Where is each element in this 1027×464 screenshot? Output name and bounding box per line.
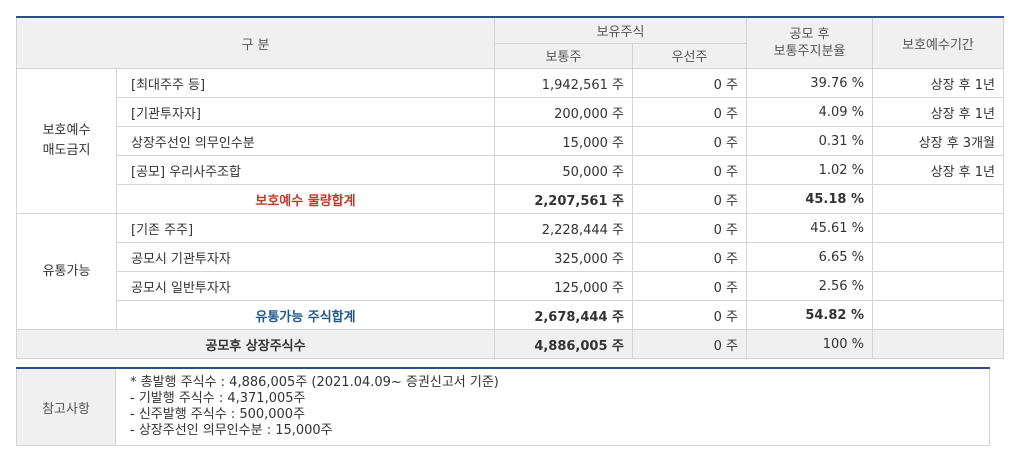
locked-total-row: 보호예수 물량합계 2,207,561 주 0 주 45.18 % [17,184,1004,214]
row-period: 상장 후 1년 [872,97,1004,127]
row-label: 상장주선인 의무인수분 [116,126,495,156]
empty-cell [872,184,1004,214]
row-preferred: 0 주 [632,126,747,156]
table-row: 상장주선인 의무인수분 15,000 주 0 주 0.31 % 상장 후 3개월 [17,126,1004,156]
grand-total-label: 공모후 상장주식수 [16,329,495,359]
row-label: 공모시 기관투자자 [116,242,495,272]
empty-cell [872,329,1004,359]
row-label: [기관투자자] [116,97,495,127]
header-ratio: 공모 후 보통주지분율 [746,16,873,69]
note-line: - 신주발행 주식수 : 500,000주 [130,407,306,422]
tradable-total-row: 유통가능 주식합계 2,678,444 주 0 주 54.82 % [17,300,1004,330]
row-common: 50,000 주 [494,155,633,185]
row-common: 325,000 주 [494,242,633,272]
group-label-line: 보호예수 [42,123,91,138]
header-ratio-line2: 보통주지분율 [773,44,846,59]
note-line: - 상장주선인 의무인수분 : 15,000주 [130,423,333,438]
group-label-line: 매도금지 [42,143,91,158]
grand-total-preferred: 0 주 [632,329,747,359]
row-ratio: 6.65 % [746,242,873,272]
tradable-total-ratio: 54.82 % [746,300,873,330]
row-common: 15,000 주 [494,126,633,156]
header-holdings: 보유주식 [494,16,747,44]
locked-total-ratio: 45.18 % [746,184,873,214]
locked-total-preferred: 0 주 [632,184,747,214]
row-common: 1,942,561 주 [494,68,633,98]
note-line: * 총발행 주식수 : 4,886,005주 (2021.04.09~ 증권신고… [130,375,499,390]
note-row: 참고사항 * 총발행 주식수 : 4,886,005주 (2021.04.09~… [16,367,990,446]
header-preferred: 우선주 [632,42,747,69]
tradable-total-preferred: 0 주 [632,300,747,330]
table-row: 공모시 일반투자자 125,000 주 0 주 2.56 % [17,271,1004,301]
locked-total-label: 보호예수 물량합계 [116,184,495,214]
empty-cell [872,242,1004,272]
note-label: 참고사항 [16,367,116,446]
row-common: 200,000 주 [494,97,633,127]
table-row: 유통가능 [기존 주주] 2,228,444 주 0 주 45.61 % [16,213,1004,330]
row-ratio: 4.09 % [746,97,873,127]
row-common: 2,228,444 주 [494,213,633,243]
group-label-tradable: 유통가능 [16,213,117,330]
empty-cell [872,271,1004,301]
table-row: 공모시 기관투자자 325,000 주 0 주 6.65 % [17,242,1004,272]
row-preferred: 0 주 [632,155,747,185]
row-label: 공모시 일반투자자 [116,271,495,301]
header-period: 보호예수기간 [872,16,1004,69]
row-preferred: 0 주 [632,271,747,301]
lockup-table: 구 분 보유주식 공모 후 보통주지분율 보호예수기간 보통주 우선주 보호예수… [16,16,1004,359]
tradable-total-common: 2,678,444 주 [494,300,633,330]
row-ratio: 0.31 % [746,126,873,156]
group-label-locked: 보호예수 매도금지 [16,68,117,214]
header-ratio-line1: 공모 후 [789,27,830,42]
row-ratio: 39.76 % [746,68,873,98]
row-preferred: 0 주 [632,242,747,272]
row-period: 상장 후 3개월 [872,126,1004,156]
row-ratio: 2.56 % [746,271,873,301]
tradable-total-label: 유통가능 주식합계 [116,300,495,330]
locked-total-common: 2,207,561 주 [494,184,633,214]
empty-cell [872,213,1004,243]
grand-total-common: 4,886,005 주 [494,329,633,359]
grand-total-row: 공모후 상장주식수 4,886,005 주 0 주 100 % [16,329,1004,359]
table-row: [기관투자자] 200,000 주 0 주 4.09 % 상장 후 1년 [17,97,1004,127]
table-row: [공모] 우리사주조합 50,000 주 0 주 1.02 % 상장 후 1년 [17,155,1004,185]
row-ratio: 45.61 % [746,213,873,243]
header-common: 보통주 [494,42,633,69]
row-period: 상장 후 1년 [872,155,1004,185]
note-body: * 총발행 주식수 : 4,886,005주 (2021.04.09~ 증권신고… [115,367,990,446]
grand-total-ratio: 100 % [746,329,873,359]
row-preferred: 0 주 [632,213,747,243]
row-period: 상장 후 1년 [872,68,1004,98]
row-label: [공모] 우리사주조합 [116,155,495,185]
row-common: 125,000 주 [494,271,633,301]
row-ratio: 1.02 % [746,155,873,185]
row-label: [기존 주주] [116,213,495,243]
note-line: - 기발행 주식수 : 4,371,005주 [130,391,306,406]
row-preferred: 0 주 [632,68,747,98]
row-label: [최대주주 등] [116,68,495,98]
empty-cell [872,300,1004,330]
row-preferred: 0 주 [632,97,747,127]
header-category: 구 분 [16,16,495,69]
table-row: 보호예수 매도금지 [최대주주 등] 1,942,561 주 0 주 39.76… [16,68,1004,214]
note-table: 참고사항 * 총발행 주식수 : 4,886,005주 (2021.04.09~… [16,367,990,446]
